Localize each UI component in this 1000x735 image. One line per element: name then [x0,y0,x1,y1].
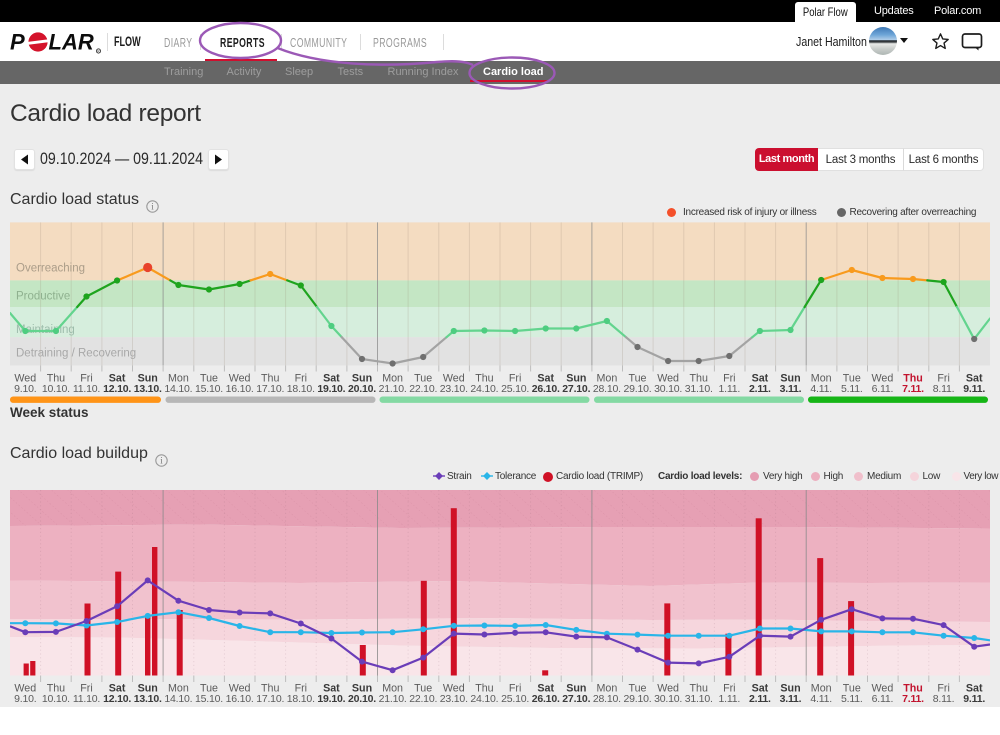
svg-text:31.10.: 31.10. [685,383,713,395]
svg-text:13.10.: 13.10. [134,383,162,395]
svg-text:8.11.: 8.11. [933,383,955,395]
svg-text:21.10.: 21.10. [379,693,407,705]
svg-text:LAR: LAR [49,30,94,55]
svg-text:12.10.: 12.10. [103,383,131,395]
svg-text:i: i [151,202,154,212]
svg-text:6.11.: 6.11. [872,693,894,705]
svg-text:26.10.: 26.10. [532,693,560,705]
svg-text:28.10.: 28.10. [593,383,621,395]
svg-text:P: P [10,30,25,55]
svg-text:Detraining / Recovering: Detraining / Recovering [16,348,136,360]
svg-text:26.10.: 26.10. [532,383,560,395]
svg-text:18.10.: 18.10. [287,693,315,705]
svg-text:17.10.: 17.10. [256,693,284,705]
svg-text:3.11.: 3.11. [780,693,802,705]
svg-text:30.10.: 30.10. [654,383,682,395]
svg-text:24.10.: 24.10. [470,383,498,395]
svg-text:27.10.: 27.10. [562,693,590,705]
svg-text:22.10.: 22.10. [409,383,437,395]
svg-text:9.10.: 9.10. [14,693,36,705]
svg-text:Overreaching: Overreaching [16,263,85,275]
svg-text:2.11.: 2.11. [749,383,771,395]
svg-text:22.10.: 22.10. [409,693,437,705]
svg-text:12.10.: 12.10. [103,693,131,705]
svg-text:7.11.: 7.11. [902,383,924,395]
svg-text:4.11.: 4.11. [810,693,832,705]
svg-text:19.10.: 19.10. [317,383,345,395]
svg-text:9.11.: 9.11. [963,693,985,705]
svg-text:15.10.: 15.10. [195,383,223,395]
svg-text:10.10.: 10.10. [42,693,70,705]
svg-text:18.10.: 18.10. [287,383,315,395]
svg-text:i: i [160,456,163,466]
svg-text:17.10.: 17.10. [256,383,284,395]
svg-text:27.10.: 27.10. [562,383,590,395]
svg-text:7.11.: 7.11. [902,693,924,705]
svg-text:13.10.: 13.10. [134,693,162,705]
svg-text:23.10.: 23.10. [440,693,468,705]
svg-text:1.11.: 1.11. [719,383,741,395]
svg-text:24.10.: 24.10. [470,693,498,705]
svg-text:11.10.: 11.10. [73,693,100,705]
svg-text:9.10.: 9.10. [14,383,36,395]
svg-text:5.11.: 5.11. [841,383,863,395]
svg-text:28.10.: 28.10. [593,693,621,705]
svg-text:25.10.: 25.10. [501,383,529,395]
svg-text:20.10.: 20.10. [348,693,376,705]
svg-text:Week status: Week status [10,405,89,420]
svg-text:6.11.: 6.11. [872,383,894,395]
svg-text:8.11.: 8.11. [933,693,955,705]
svg-text:5.11.: 5.11. [841,693,863,705]
svg-text:29.10.: 29.10. [624,383,652,395]
svg-text:2.11.: 2.11. [749,693,771,705]
svg-text:11.10.: 11.10. [73,383,100,395]
svg-text:19.10.: 19.10. [317,693,345,705]
svg-text:1.11.: 1.11. [719,693,741,705]
svg-text:Productive: Productive [16,291,70,303]
svg-text:14.10.: 14.10. [164,693,192,705]
svg-text:15.10.: 15.10. [195,693,223,705]
svg-text:4.11.: 4.11. [810,383,832,395]
svg-text:16.10.: 16.10. [226,383,254,395]
svg-text:9.11.: 9.11. [963,383,985,395]
svg-text:16.10.: 16.10. [226,693,254,705]
svg-text:20.10.: 20.10. [348,383,376,395]
svg-text:21.10.: 21.10. [379,383,407,395]
svg-text:25.10.: 25.10. [501,693,529,705]
svg-text:31.10.: 31.10. [685,693,713,705]
svg-text:10.10.: 10.10. [42,383,70,395]
svg-text:14.10.: 14.10. [164,383,192,395]
svg-text:23.10.: 23.10. [440,383,468,395]
svg-text:30.10.: 30.10. [654,693,682,705]
svg-text:29.10.: 29.10. [624,693,652,705]
svg-text:3.11.: 3.11. [780,383,802,395]
